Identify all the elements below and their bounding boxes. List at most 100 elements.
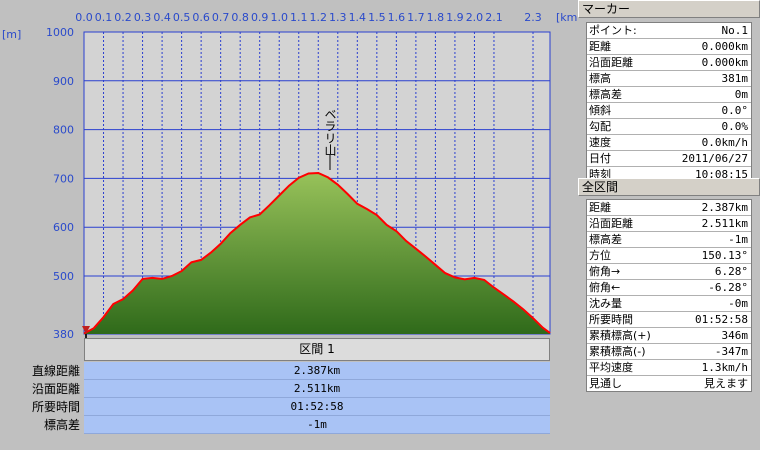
x-tick-label: 1.0 [270, 11, 288, 24]
item-value: 2.387km [701, 201, 748, 214]
x-tick-label: 0.8 [231, 11, 249, 24]
x-tick-label: 0.3 [134, 11, 152, 24]
item-label: 沈み量 [589, 297, 622, 310]
item-value: 0.0° [721, 104, 749, 117]
item-label: 累積標高(+) [589, 329, 651, 342]
summary-label: 直線距離 [31, 364, 80, 378]
summary-label: 所要時間 [31, 400, 80, 414]
all-section-item: 俯角← -6.28° [587, 280, 751, 296]
item-value: No.1 [721, 24, 749, 37]
elevation-profile-chart[interactable]: 0.0 0.1 0.2 0.3 0.4 0.5 0.6 0.7 0.8 0.9 1.0 1.1 1.2 1… [0, 0, 578, 362]
item-label: 沿面距離 [589, 56, 633, 69]
item-label: 標高差 [589, 233, 622, 246]
summary-label: 沿面距離 [31, 382, 80, 396]
x-tick-label: 1.8 [427, 11, 445, 24]
item-label: 距離 [589, 201, 611, 214]
all-section-item: 沿面距離 2.511km [587, 216, 751, 232]
x-tick-label: 1.2 [310, 11, 328, 24]
x-tick-label: 1.5 [368, 11, 386, 24]
x-tick-label: 0.1 [95, 11, 113, 24]
item-label: 方位 [589, 249, 611, 262]
item-value: 見えます [704, 377, 748, 390]
x-axis-unit: [km] [556, 11, 578, 24]
item-value: 0.0% [721, 120, 749, 133]
y-axis-ticks: 1000 900 800 700 600 500 380 [46, 26, 74, 341]
summary-row-elevation-diff: 標高差 -1m [0, 416, 578, 434]
summary-label: 標高差 [43, 418, 80, 432]
all-section-panel-title[interactable]: 全区間 [578, 178, 760, 196]
marker-item: 標高差 0m [587, 87, 751, 103]
summary-row-surface-distance: 沿面距離 2.511km [0, 380, 578, 398]
x-tick-label: 1.3 [329, 11, 347, 24]
item-label: 累積標高(-) [589, 345, 646, 358]
y-tick-label: 500 [53, 270, 74, 283]
section-header[interactable]: 区間 1 [84, 338, 550, 361]
item-value: 0.000km [701, 40, 748, 53]
item-value: 346m [721, 329, 749, 342]
x-tick-label: 0.9 [251, 11, 269, 24]
item-label: 沿面距離 [589, 217, 633, 230]
all-section-item: 俯角→ 6.28° [587, 264, 751, 280]
item-label: ポイント: [589, 24, 637, 37]
item-label: 距離 [589, 40, 611, 53]
all-section-item: 所要時間 01:52:58 [587, 312, 751, 328]
marker-panel-title[interactable]: マーカー [578, 0, 760, 18]
item-value: 0.0km/h [701, 136, 748, 149]
y-tick-label: 900 [53, 75, 74, 88]
x-tick-label: 1.1 [290, 11, 308, 24]
item-value: 381m [721, 72, 749, 85]
all-section-info-list: 距離 2.387km 沿面距離 2.511km 標高差 -1m 方位 150.13° 俯… [586, 199, 752, 392]
item-label: 標高差 [589, 88, 622, 101]
summary-value: 2.387km [84, 362, 550, 380]
x-tick-label: 0.6 [192, 11, 210, 24]
marker-item: 沿面距離 0.000km [587, 55, 751, 71]
info-side-panel: マーカー ポイント: No.1 距離 0.000km 沿面距離 0.000km 標高 3… [578, 0, 760, 450]
item-value: -0m [728, 297, 748, 310]
x-tick-label: 1.4 [349, 11, 367, 24]
peak-name-label: ベラリ山 [323, 108, 337, 156]
section-summary: 直線距離 2.387km 沿面距離 2.511km 所要時間 01:52:58 … [0, 362, 578, 434]
marker-item: 傾斜 0.0° [587, 103, 751, 119]
item-label: 見通し [589, 377, 622, 390]
all-section-item: 累積標高(+) 346m [587, 328, 751, 344]
x-tick-label: 0.4 [153, 11, 171, 24]
item-value: 0m [734, 88, 748, 101]
all-section-item: 見通し 見えます [587, 376, 751, 391]
marker-item: 日付 2011/06/27 [587, 151, 751, 167]
elevation-chart-area: 0.0 0.1 0.2 0.3 0.4 0.5 0.6 0.7 0.8 0.9 1.0 1.1 1.2 1… [0, 0, 578, 450]
item-value: 1.3km/h [701, 361, 748, 374]
x-tick-label: 1.9 [446, 11, 464, 24]
all-section-item: 方位 150.13° [587, 248, 751, 264]
item-label: 日付 [589, 152, 611, 165]
item-label: 俯角← [589, 281, 621, 294]
item-value: 01:52:58 [695, 313, 748, 326]
item-label: 所要時間 [589, 313, 633, 326]
x-tick-label: 0.2 [114, 11, 132, 24]
x-tick-label: 0.5 [173, 11, 191, 24]
all-section-item: 距離 2.387km [587, 200, 751, 216]
all-section-item: 平均速度 1.3km/h [587, 360, 751, 376]
y-tick-label: 800 [53, 124, 74, 137]
x-tick-label: 0.7 [212, 11, 230, 24]
y-tick-label: 1000 [46, 26, 74, 39]
item-value: -347m [714, 345, 748, 358]
x-tick-label: 2.0 [466, 11, 484, 24]
item-label: 平均速度 [589, 361, 633, 374]
summary-value: -1m [84, 416, 550, 434]
item-label: 勾配 [589, 120, 611, 133]
x-tick-label: 0.0 [75, 11, 93, 24]
x-tick-label: 1.7 [407, 11, 425, 24]
marker-item: 勾配 0.0% [587, 119, 751, 135]
item-label: 標高 [589, 72, 611, 85]
marker-item: 速度 0.0km/h [587, 135, 751, 151]
item-value: 6.28° [714, 265, 748, 278]
y-tick-label: 600 [53, 221, 74, 234]
x-axis-ticks: 0.0 0.1 0.2 0.3 0.4 0.5 0.6 0.7 0.8 0.9 1.0 1.1 1.2 1… [75, 11, 542, 24]
all-section-item: 沈み量 -0m [587, 296, 751, 312]
marker-item: ポイント: No.1 [587, 23, 751, 39]
summary-row-straight-distance: 直線距離 2.387km [0, 362, 578, 380]
item-value: 2.511km [701, 217, 748, 230]
summary-row-duration: 所要時間 01:52:58 [0, 398, 578, 416]
item-value: -1m [728, 233, 748, 246]
y-tick-label: 380 [53, 328, 74, 341]
